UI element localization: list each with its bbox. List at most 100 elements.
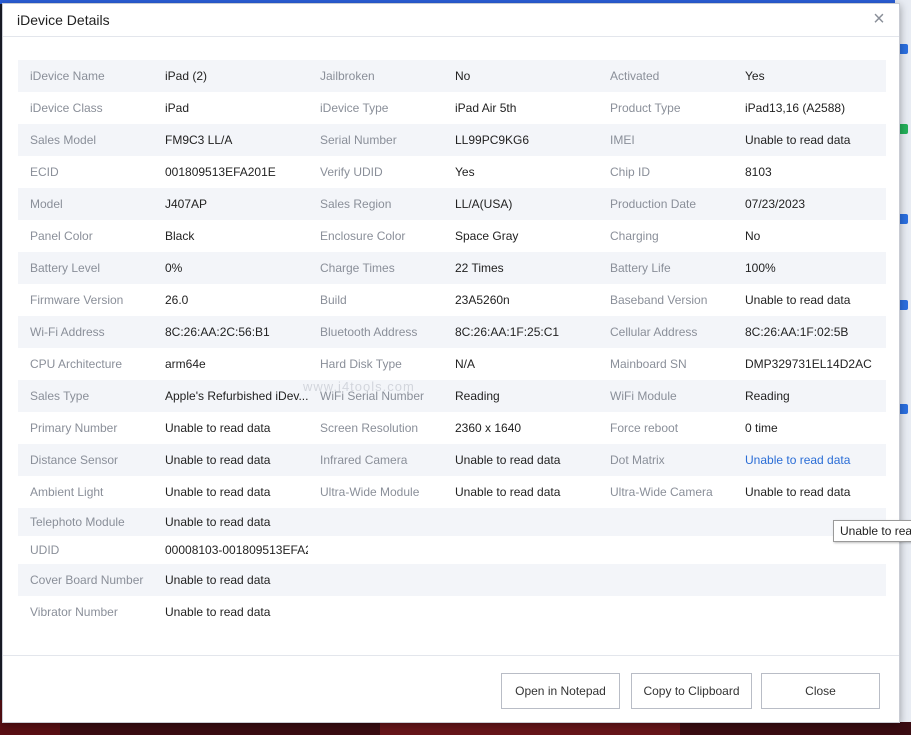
field-value: iPad (2) (165, 69, 208, 83)
field-value: Reading (745, 389, 790, 403)
field-value: J407AP (165, 197, 208, 211)
field-value: 22 Times (455, 261, 504, 275)
field-label: Cover Board Number (30, 573, 144, 587)
field-value: 26.0 (165, 293, 189, 307)
field-value: Unable to read data (165, 485, 271, 499)
field-label: Serial Number (320, 133, 397, 147)
field-label: Verify UDID (320, 165, 383, 179)
field-value: Space Gray (455, 229, 519, 243)
field-label: Primary Number (30, 421, 118, 435)
info-row: iDevice Name iPad (2) Jailbroken No Activate… (18, 60, 886, 92)
field-label: Mainboard SN (610, 357, 687, 371)
field-value: iPad (165, 101, 190, 115)
dialog-titlebar: iDevice Details × (3, 4, 899, 37)
field-label: Production Date (610, 197, 697, 211)
dialog-title: iDevice Details (17, 12, 110, 28)
field-value: FM9C3 LL/A (165, 133, 233, 147)
field-label: Baseband Version (610, 293, 708, 307)
field-label: Panel Color (30, 229, 93, 243)
field-label: IMEI (610, 133, 635, 147)
field-label: Ultra-Wide Module (320, 485, 420, 499)
field-value: LL/A(USA) (455, 197, 513, 211)
field-value: arm64e (165, 357, 206, 371)
info-row: Telephoto Module Unable to read data (18, 508, 886, 536)
field-label: Ultra-Wide Camera (610, 485, 713, 499)
field-label: Infrared Camera (320, 453, 408, 467)
field-value: 8103 (745, 165, 772, 179)
open-in-notepad-button[interactable]: Open in Notepad (501, 673, 620, 709)
field-label: Sales Type (30, 389, 90, 403)
field-label: Cellular Address (610, 325, 698, 339)
info-row: Vibrator Number Unable to read data (18, 596, 886, 628)
field-value: iPad13,16 (A2588) (745, 101, 846, 115)
field-label: Wi-Fi Address (30, 325, 105, 339)
field-label: iDevice Name (30, 69, 105, 83)
field-value: Yes (745, 69, 765, 83)
field-value: Reading (455, 389, 500, 403)
info-row: UDID 00008103-001809513EFA201E (18, 536, 886, 564)
field-label: Telephoto Module (30, 515, 125, 529)
field-label: Battery Level (30, 261, 101, 275)
field-value: No (455, 69, 471, 83)
field-value: Apple's Refurbished iDev... (165, 389, 308, 403)
tooltip: Unable to read (833, 520, 911, 542)
field-value: Unable to read data (165, 515, 271, 529)
info-row: Panel Color Black Enclosure Color Space Gra… (18, 220, 886, 252)
field-value: 8C:26:AA:2C:56:B1 (165, 325, 270, 339)
idevice-details-dialog: iDevice Details × iDevice Name iPad (2) Ja… (2, 3, 900, 723)
field-label: Dot Matrix (610, 453, 665, 467)
field-value: 001809513EFA201E (165, 165, 276, 179)
field-value: 07/23/2023 (745, 197, 806, 211)
field-label: Sales Model (30, 133, 97, 147)
field-label: Force reboot (610, 421, 679, 435)
field-value: Unable to read data (745, 485, 851, 499)
field-value: Unable to read data (455, 485, 561, 499)
field-label: Activated (610, 69, 660, 83)
info-row: iDevice Class iPad iDevice Type iPad Air 5t… (18, 92, 886, 124)
field-label: CPU Architecture (30, 357, 123, 371)
field-label: Product Type (610, 101, 681, 115)
copy-to-clipboard-button[interactable]: Copy to Clipboard (631, 673, 752, 709)
field-label: Battery Life (610, 261, 671, 275)
field-label: Vibrator Number (30, 605, 118, 619)
field-value: 2360 x 1640 (455, 421, 522, 435)
info-row: CPU Architecture arm64e Hard Disk Type N/A M… (18, 348, 886, 380)
field-label: Firmware Version (30, 293, 124, 307)
field-label: Distance Sensor (30, 453, 119, 467)
info-row: Ambient Light Unable to read data Ultra-Wi… (18, 476, 886, 508)
info-row: Primary Number Unable to read data Screen … (18, 412, 886, 444)
field-value: 00008103-001809513EFA201E (165, 543, 308, 557)
info-row: Firmware Version 26.0 Build 23A5260n Baseban… (18, 284, 886, 316)
field-value: 8C:26:AA:1F:25:C1 (455, 325, 560, 339)
field-value: 8C:26:AA:1F:02:5B (745, 325, 849, 339)
dialog-footer: Open in Notepad Copy to Clipboard Close (3, 655, 899, 724)
close-button[interactable]: Close (761, 673, 880, 709)
info-row: ECID 001809513EFA201E Verify UDID Yes Chip I… (18, 156, 886, 188)
info-row: Sales Model FM9C3 LL/A Serial Number LL99PC… (18, 124, 886, 156)
field-value: 0 time (745, 421, 778, 435)
field-label: Build (320, 293, 347, 307)
field-label: Model (30, 197, 63, 211)
field-value: 100% (745, 261, 776, 275)
field-label: Jailbroken (320, 69, 375, 83)
close-icon[interactable]: × (869, 9, 889, 29)
field-label: Charging (610, 229, 659, 243)
info-row: Cover Board Number Unable to read data (18, 564, 886, 596)
field-label: Chip ID (610, 165, 651, 179)
field-value: N/A (455, 357, 476, 371)
field-value: 23A5260n (455, 293, 510, 307)
field-value: Unable to read data (745, 293, 851, 307)
info-row: Wi-Fi Address 8C:26:AA:2C:56:B1 Bluetooth … (18, 316, 886, 348)
info-row: Distance Sensor Unable to read data Infrar… (18, 444, 886, 476)
field-label: iDevice Class (30, 101, 103, 115)
field-value: LL99PC9KG6 (455, 133, 530, 147)
field-value: No (745, 229, 761, 243)
field-value-link[interactable]: Unable to read data (745, 444, 885, 476)
device-info-grid: iDevice Name iPad (2) Jailbroken No Activate… (18, 60, 886, 628)
field-label: Screen Resolution (320, 421, 419, 435)
field-value: iPad Air 5th (455, 101, 517, 115)
field-value: 0% (165, 261, 183, 275)
field-value: Unable to read data (165, 453, 271, 467)
field-value: Unable to read data (165, 421, 271, 435)
field-label: Bluetooth Address (320, 325, 418, 339)
